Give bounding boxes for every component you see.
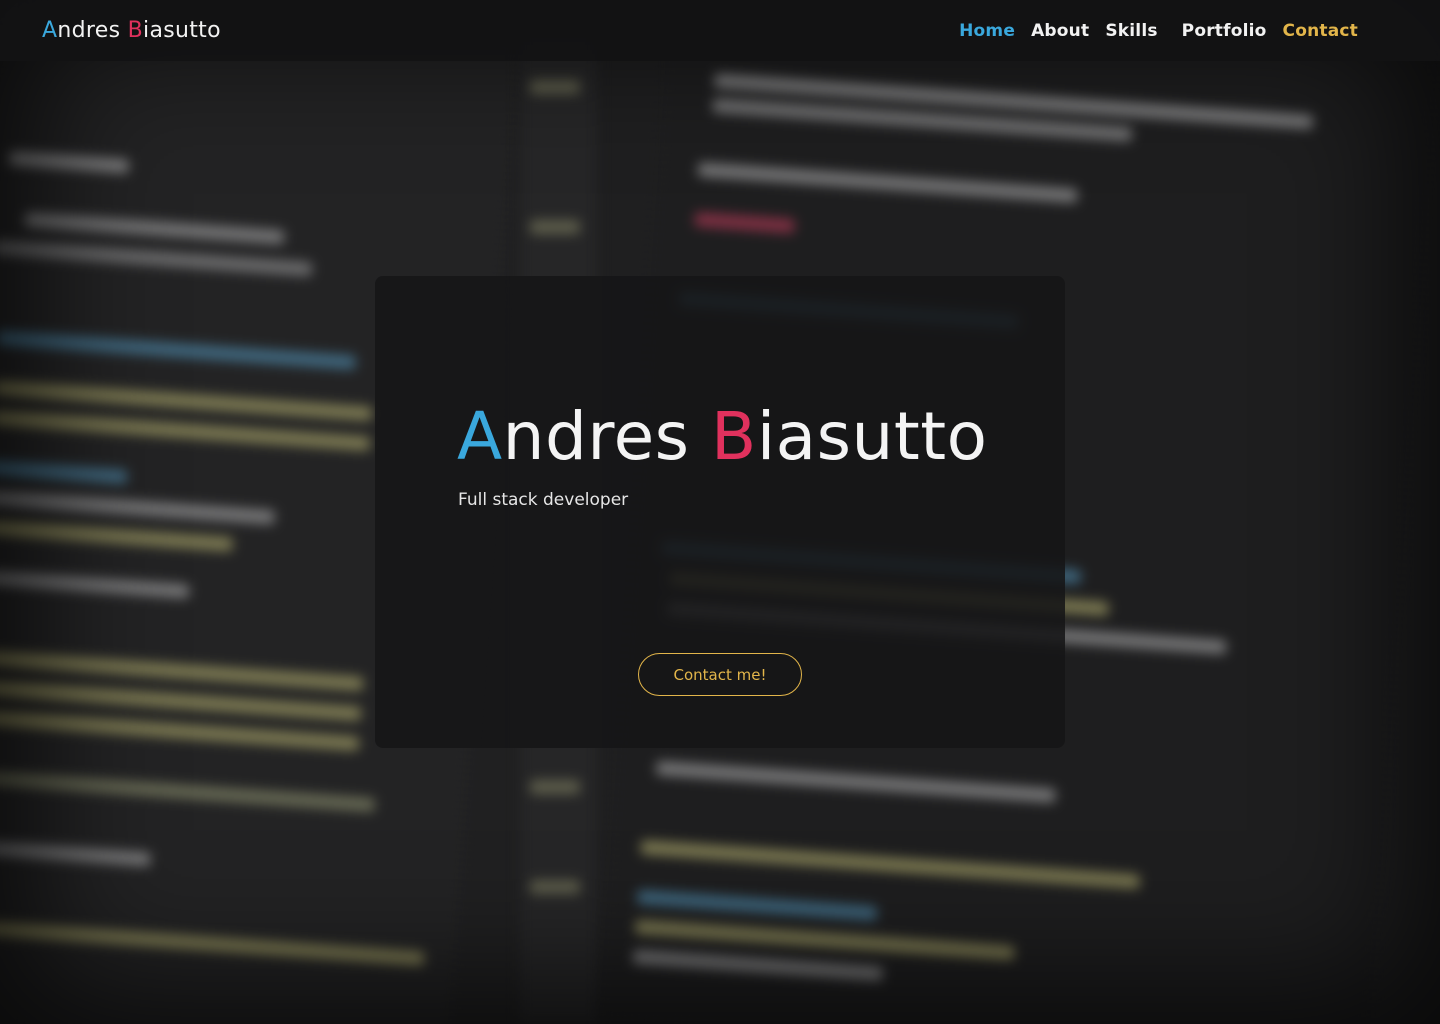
hero-card: Andres Biasutto Full stack developer Con… [375, 276, 1065, 748]
brand-last-initial: B [127, 18, 144, 43]
brand-first-rest: ndres [57, 18, 128, 43]
hero-first-rest: ndres [502, 398, 712, 475]
brand-first-initial: A [42, 18, 58, 43]
contact-me-button[interactable]: Contact me! [638, 653, 802, 696]
nav-link-contact[interactable]: Contact [1283, 21, 1358, 41]
hero-last-rest: iasutto [756, 398, 988, 475]
main-nav: Home About Skills Portfolio Contact [943, 21, 1358, 41]
brand-last-rest: iasutto [143, 18, 221, 43]
top-navbar: Andres Biasutto Home About Skills Portfo… [0, 0, 1440, 61]
nav-link-home[interactable]: Home [959, 21, 1015, 41]
brand-logo[interactable]: Andres Biasutto [42, 18, 221, 43]
hero-title: Andres Biasutto [457, 398, 987, 475]
nav-link-portfolio[interactable]: Portfolio [1182, 21, 1267, 41]
hero-last-initial: B [711, 398, 757, 475]
hero-first-initial: A [457, 398, 503, 475]
nav-link-about[interactable]: About [1031, 21, 1089, 41]
nav-link-skills[interactable]: Skills [1105, 21, 1157, 41]
hero-subtitle: Full stack developer [458, 490, 629, 510]
